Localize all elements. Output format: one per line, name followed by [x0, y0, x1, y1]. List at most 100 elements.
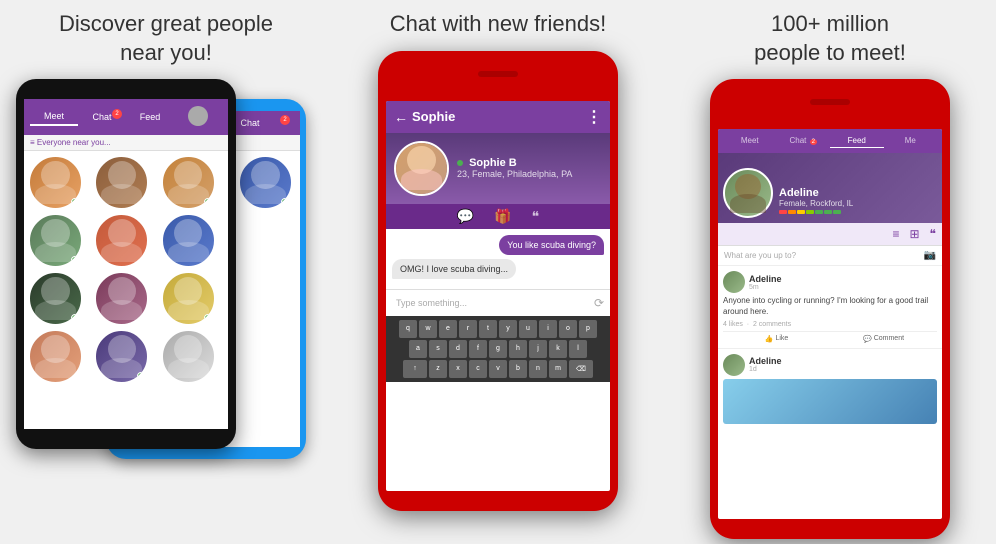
right-meet-label: Meet [741, 136, 759, 145]
message-input[interactable]: Type something... [392, 294, 594, 312]
front-chat-label: Chat [92, 112, 111, 122]
key-b[interactable]: b [509, 360, 527, 378]
chat-header: ← Sophie ⋮ [386, 101, 610, 133]
feed-photo-image [723, 379, 937, 424]
right-chat-label: Chat [790, 136, 807, 145]
front-tab-avatar[interactable] [174, 103, 222, 131]
right-feed-label: Feed [848, 136, 866, 145]
adeline-location: Female, Rockford, IL [779, 199, 853, 208]
camera-icon[interactable]: 📷 [924, 250, 936, 261]
avatar-2[interactable] [94, 155, 149, 210]
feed-post-2-header: Adeline 1d [723, 354, 937, 376]
key-shift[interactable]: ↑ [403, 360, 427, 378]
right-tab-chat[interactable]: Chat 2 [777, 134, 831, 148]
avatar-3[interactable] [161, 155, 216, 210]
more-options-icon[interactable]: ⋮ [586, 107, 602, 127]
feed-avatar-1[interactable] [723, 271, 745, 293]
avatar-5[interactable] [94, 213, 149, 268]
list-icon[interactable]: ≡ [892, 227, 899, 241]
comment-button[interactable]: 💬 Comment [830, 335, 937, 343]
key-c[interactable]: c [469, 360, 487, 378]
key-w[interactable]: w [419, 320, 437, 338]
adeline-profile-info: Adeline Female, Rockford, IL [779, 187, 853, 218]
quote-right-icon[interactable]: ❝ [930, 227, 936, 241]
feed-section: What are you up to? 📷 Adeline 5m Anyon [718, 246, 942, 429]
feed-search-placeholder: What are you up to? [724, 251, 924, 260]
key-y[interactable]: y [499, 320, 517, 338]
key-h[interactable]: h [509, 340, 527, 358]
front-tab-chat[interactable]: Chat 2 [78, 109, 126, 125]
sent-message-text: You like scuba diving? [507, 240, 596, 250]
key-v[interactable]: v [489, 360, 507, 378]
feed-comments-count: 2 comments [753, 321, 791, 328]
key-k[interactable]: k [549, 340, 567, 358]
key-s[interactable]: s [429, 340, 447, 358]
feed-likes-count: 4 likes [723, 321, 743, 328]
right-tab-feed[interactable]: Feed [830, 134, 884, 148]
key-m[interactable]: m [549, 360, 567, 378]
avatar-7[interactable] [28, 271, 83, 326]
quote-icon[interactable]: ❝ [532, 208, 540, 225]
key-q[interactable]: q [399, 320, 417, 338]
avatar-9[interactable] [161, 271, 216, 326]
sophie-detail: 23, Female, Philadelphia, PA [457, 169, 572, 179]
key-f[interactable]: f [469, 340, 487, 358]
key-u[interactable]: u [519, 320, 537, 338]
right-title: 100+ million people to meet! [754, 10, 906, 67]
avatar-10[interactable] [28, 329, 83, 384]
right-screen: Meet Chat 2 Feed Me [718, 129, 942, 519]
avatar-8[interactable] [94, 271, 149, 326]
key-r[interactable]: r [459, 320, 477, 338]
sophie-avatar[interactable] [394, 141, 449, 196]
message-input-placeholder: Type something... [396, 298, 467, 308]
like-button[interactable]: 👍 Like [723, 335, 830, 343]
feed-poster-2-name: Adeline [749, 356, 782, 366]
front-nearby-bar[interactable]: ≡ Everyone near you... [24, 135, 228, 151]
key-l[interactable]: l [569, 340, 587, 358]
send-icon[interactable]: ⟳ [594, 296, 604, 310]
key-t[interactable]: t [479, 320, 497, 338]
front-feed-label: Feed [140, 112, 161, 122]
front-tab-meet[interactable]: Meet [30, 108, 78, 126]
avatar-12[interactable] [161, 329, 216, 384]
phone-front: Meet Chat 2 Feed ≡ [16, 79, 236, 449]
avatar-11[interactable] [94, 329, 149, 384]
avatar-4[interactable] [28, 213, 83, 268]
front-app-header: Meet Chat 2 Feed [24, 99, 228, 135]
key-z[interactable]: z [429, 360, 447, 378]
feed-avatar-2[interactable] [723, 354, 745, 376]
middle-screen: ← Sophie ⋮ Sophie B [386, 101, 610, 491]
key-x[interactable]: x [449, 360, 467, 378]
key-n[interactable]: n [529, 360, 547, 378]
compat-dot-3 [797, 210, 805, 214]
received-message: OMG! I love scuba diving... [392, 259, 516, 279]
share-icon[interactable]: ⊞ [909, 227, 919, 241]
avatar-6[interactable] [161, 213, 216, 268]
key-o[interactable]: o [559, 320, 577, 338]
right-tab-meet[interactable]: Meet [723, 134, 777, 148]
adeline-avatar[interactable] [723, 168, 773, 218]
key-g[interactable]: g [489, 340, 507, 358]
key-i[interactable]: i [539, 320, 557, 338]
avatar-1[interactable] [28, 155, 83, 210]
key-backspace[interactable]: ⌫ [569, 360, 593, 378]
front-nearby-label: ≡ Everyone near you... [30, 138, 111, 147]
key-e[interactable]: e [439, 320, 457, 338]
key-a[interactable]: a [409, 340, 427, 358]
feed-post-1-time: 5m [749, 284, 782, 291]
right-tab-me[interactable]: Me [884, 134, 938, 148]
key-j[interactable]: j [529, 340, 547, 358]
gift-icon[interactable]: 🎁 [494, 208, 511, 225]
chat-profile-area: Sophie B 23, Female, Philadelphia, PA [386, 133, 610, 204]
key-p[interactable]: p [579, 320, 597, 338]
feed-search-bar[interactable]: What are you up to? 📷 [718, 246, 942, 266]
front-tab-feed[interactable]: Feed [126, 109, 174, 125]
main-container: Discover great people near you! Meet Cha… [0, 0, 996, 544]
key-d[interactable]: d [449, 340, 467, 358]
back-arrow-icon[interactable]: ← [394, 109, 408, 125]
chat-contact-name: Sophie [412, 109, 582, 124]
feed-post-1-text: Anyone into cycling or running? I'm look… [723, 296, 937, 317]
back-avatar-3[interactable] [238, 155, 293, 210]
chat-bubble-icon[interactable]: 💬 [457, 208, 474, 225]
like-label: Like [775, 335, 788, 342]
